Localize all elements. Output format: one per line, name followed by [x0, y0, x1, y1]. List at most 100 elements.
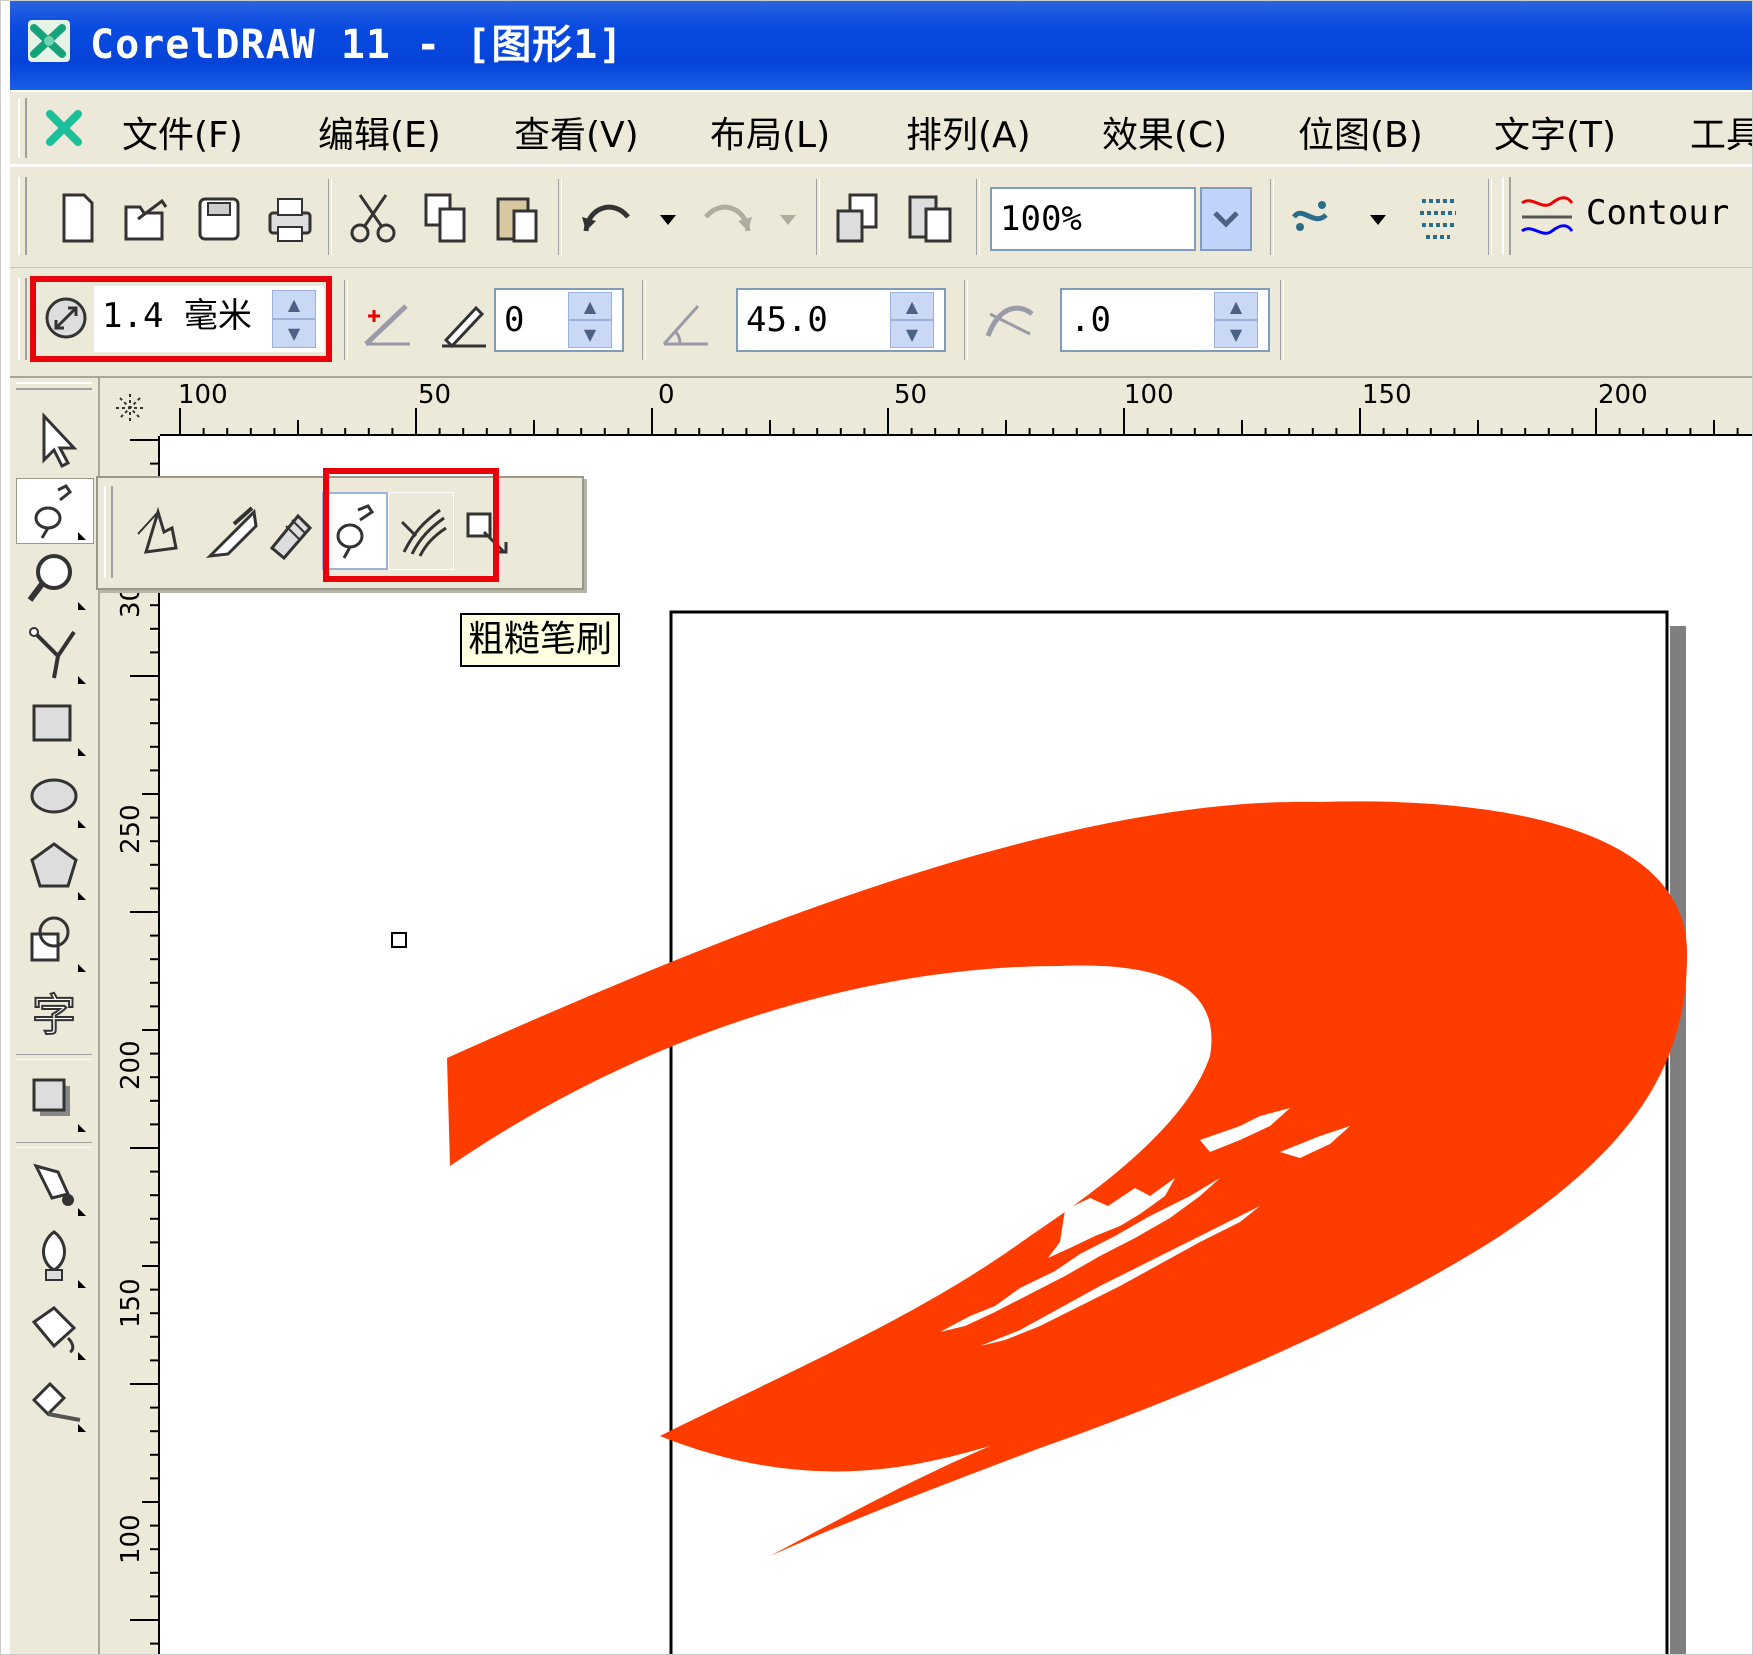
pen-pressure-icon[interactable] — [436, 294, 492, 350]
spin-down-icon[interactable]: ▼ — [890, 320, 934, 348]
pick-tool-icon[interactable] — [24, 408, 88, 472]
basic-shapes-tool-icon[interactable] — [24, 910, 88, 974]
menu-text[interactable]: 文字(T) — [1494, 106, 1616, 158]
print-icon[interactable] — [262, 187, 318, 249]
brush-stroke[interactable] — [447, 801, 1688, 1556]
application-launcher-icon[interactable] — [1286, 187, 1342, 249]
launcher-dropdown-icon[interactable] — [1366, 211, 1390, 227]
tilt-count-spinner[interactable]: ▲ ▼ — [568, 292, 612, 348]
hruler-label: 150 — [1362, 380, 1412, 410]
nib-size-icon — [45, 297, 87, 339]
fixed-value-icon[interactable] — [980, 294, 1040, 350]
freehand-tool-icon[interactable] — [24, 622, 88, 686]
vruler-label: 200 — [116, 1040, 146, 1090]
zoom-level-field[interactable]: 100% — [990, 187, 1196, 251]
menu-arrange[interactable]: 排列(A) — [906, 106, 1031, 158]
eyedropper-tool-icon[interactable] — [24, 1154, 88, 1218]
vertical-ruler[interactable]: 300 250 200 150 100 — [100, 436, 160, 1655]
rough-brush-highlight — [323, 468, 499, 582]
text-tool-icon[interactable]: 字 — [24, 982, 88, 1046]
menu-layout[interactable]: 布局(L) — [710, 106, 830, 158]
menu-tools[interactable]: 工具 — [1690, 106, 1753, 158]
fixed-value-spinner[interactable]: ▲ ▼ — [1214, 292, 1258, 348]
interactive-drop-shadow-tool-icon[interactable] — [24, 1070, 88, 1134]
spin-down-icon[interactable]: ▼ — [568, 320, 612, 348]
spin-down-icon[interactable]: ▼ — [272, 319, 316, 348]
menu-file[interactable]: 文件(F) — [122, 106, 243, 158]
save-icon[interactable] — [190, 187, 246, 249]
menu-effects[interactable]: 效果(C) — [1102, 106, 1227, 158]
drawing-canvas[interactable]: 粗糙笔刷 — [160, 436, 1753, 1655]
fill-tool-icon[interactable] — [24, 1298, 88, 1362]
angle-icon — [662, 304, 708, 346]
hruler-label: 50 — [894, 380, 928, 410]
spin-up-icon[interactable]: ▲ — [272, 290, 316, 319]
roughen-brush-icon[interactable] — [264, 504, 320, 560]
spin-up-icon[interactable]: ▲ — [568, 292, 612, 320]
outline-tool-icon[interactable] — [24, 1226, 88, 1290]
export-icon[interactable] — [902, 187, 958, 249]
svg-text:字: 字 — [32, 990, 76, 1041]
stroke-start-node — [391, 932, 407, 948]
cut-icon[interactable] — [346, 187, 402, 249]
coreldraw-app-icon — [28, 20, 70, 62]
zoom-dropdown-button[interactable] — [1200, 187, 1252, 251]
toolbar-grip-2[interactable] — [1502, 177, 1511, 255]
vruler-label: 250 — [116, 804, 146, 854]
spin-up-icon[interactable]: ▲ — [890, 292, 934, 320]
hruler-label: 50 — [418, 380, 452, 410]
menubar-grip[interactable] — [18, 98, 27, 158]
hruler-label: 0 — [658, 380, 675, 410]
polygon-tool-icon[interactable] — [24, 838, 88, 902]
standard-toolbar: 100% Contour — [10, 166, 1753, 268]
interactive-fill-tool-icon[interactable] — [24, 1370, 88, 1434]
toolbar-grip[interactable] — [18, 177, 27, 255]
rectangle-tool-icon[interactable] — [24, 694, 88, 758]
vruler-label: 100 — [116, 1514, 146, 1564]
ruler-origin-icon — [116, 394, 144, 422]
flyout-grip[interactable] — [104, 486, 113, 578]
horizontal-ruler[interactable]: 100 50 0 50 100 150 200 — [100, 378, 1753, 436]
hruler-label: 100 — [178, 380, 228, 410]
tool-tooltip: 粗糙笔刷 — [460, 613, 621, 667]
menu-edit[interactable]: 编辑(E) — [318, 106, 441, 158]
hruler-label: 100 — [1124, 380, 1174, 410]
menu-view[interactable]: 查看(V) — [514, 106, 639, 158]
open-folder-icon[interactable] — [118, 187, 174, 249]
new-document-icon[interactable] — [48, 187, 104, 249]
angle-spinner[interactable]: ▲ ▼ — [890, 292, 934, 348]
zoom-tool-icon[interactable] — [24, 548, 88, 612]
shape-tool-icon[interactable] — [132, 504, 188, 560]
paste-icon[interactable] — [490, 187, 546, 249]
contour-label[interactable]: Contour — [1586, 193, 1729, 233]
title-bar: CorelDRAW 11 - [图形1] — [10, 0, 1753, 90]
redo-icon[interactable] — [700, 187, 756, 249]
corel-online-icon[interactable] — [1410, 187, 1466, 249]
vruler-label: 150 — [116, 1278, 146, 1328]
toolbox: 字 — [10, 378, 100, 1655]
import-icon[interactable] — [830, 187, 886, 249]
nib-size-spinner[interactable]: ▲ ▼ — [272, 290, 316, 348]
rough-brush-tool-icon[interactable] — [24, 478, 88, 542]
ruler-origin-corner[interactable] — [100, 378, 160, 436]
spin-down-icon[interactable]: ▼ — [1214, 320, 1258, 348]
redo-dropdown-icon[interactable] — [776, 211, 800, 227]
contour-icon[interactable] — [1518, 193, 1576, 243]
window-title: CorelDRAW 11 - [图形1] — [90, 22, 624, 68]
spin-up-icon[interactable]: ▲ — [1214, 292, 1258, 320]
document-icon[interactable] — [44, 108, 84, 148]
copy-icon[interactable] — [418, 187, 474, 249]
dry-out-icon[interactable] — [360, 294, 416, 350]
menu-bitmaps[interactable]: 位图(B) — [1298, 106, 1423, 158]
page-shadow — [1670, 626, 1686, 1655]
hruler-label: 200 — [1598, 380, 1648, 410]
undo-icon[interactable] — [578, 187, 634, 249]
propertybar-grip[interactable] — [18, 278, 27, 360]
undo-dropdown-icon[interactable] — [656, 211, 680, 227]
smudge-brush-icon[interactable] — [204, 504, 260, 560]
ellipse-tool-icon[interactable] — [24, 766, 88, 830]
chevron-down-icon — [1213, 211, 1239, 228]
toolbox-grip[interactable] — [16, 382, 92, 390]
canvas-drawing — [391, 610, 1688, 1655]
property-bar: 1.4 毫米 ▲ ▼ 0 ▲ ▼ 45.0 ▲ ▼ .0 ▲ ▼ — [10, 268, 1753, 378]
